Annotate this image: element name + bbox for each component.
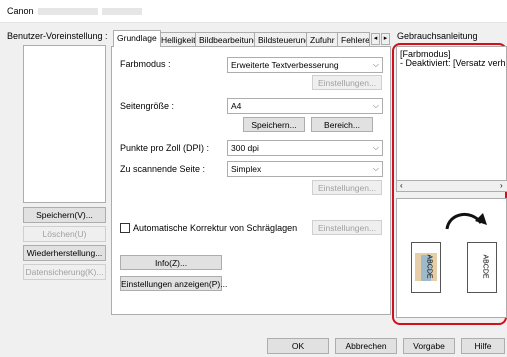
save-size-button[interactable]: Speichern...: [243, 117, 305, 132]
show-settings-button[interactable]: Einstellungen anzeigen(P)...: [120, 276, 227, 291]
tab-zufuhr[interactable]: Zufuhr: [306, 32, 339, 47]
color-mode-settings-button[interactable]: Einstellungen...: [312, 75, 382, 90]
default-button[interactable]: Vorgabe: [403, 338, 455, 354]
help-line-2: - Deaktiviert: [Versatz verhindern]: [400, 58, 507, 68]
tab-helligkeit[interactable]: Helligkeit: [157, 32, 200, 47]
scan-side-settings-button[interactable]: Einstellungen...: [312, 180, 382, 195]
color-mode-value: Erweiterte Textverbesserung: [231, 60, 339, 70]
preview-original-page: ABCDE: [411, 242, 441, 293]
window-title-redacted: [37, 8, 98, 16]
rotate-arrow-icon: [445, 213, 487, 230]
tab-bildbearbeitung[interactable]: Bildbearbeitung: [195, 32, 263, 47]
scan-side-select[interactable]: Simplex ⌵: [227, 161, 383, 177]
scan-side-label: Zu scannende Seite :: [120, 164, 206, 174]
tab-scroll-left-icon[interactable]: ◂: [371, 33, 380, 45]
auto-correct-settings-button[interactable]: Einstellungen...: [312, 220, 382, 235]
help-horizontal-scrollbar[interactable]: ‹ ›: [397, 180, 507, 191]
cancel-button[interactable]: Abbrechen: [335, 338, 397, 354]
save-profile-button[interactable]: Speichern(V)...: [23, 207, 106, 223]
dpi-label: Punkte pro Zoll (DPI) :: [120, 143, 210, 153]
scan-side-value: Simplex: [231, 164, 262, 174]
preview-result-page: ABCDE: [467, 242, 497, 293]
delete-profile-button[interactable]: Löschen(U): [23, 226, 106, 242]
backup-button[interactable]: Datensicherung(K)...: [23, 264, 106, 280]
tab-bildsteuerung[interactable]: Bildsteuerung: [254, 32, 314, 47]
scroll-left-icon[interactable]: ‹: [400, 181, 403, 190]
help-heading: Gebrauchsanleitung: [397, 31, 478, 41]
auto-correct-label: Automatische Korrektur von Schräglagen: [133, 223, 298, 233]
window-title-redacted-2: [101, 8, 142, 16]
chevron-down-icon: ⌵: [372, 101, 379, 110]
dpi-select[interactable]: 300 dpi ⌵: [227, 140, 383, 156]
chevron-down-icon: ⌵: [372, 164, 379, 173]
chevron-down-icon: ⌵: [372, 143, 379, 152]
ok-button[interactable]: OK: [267, 338, 329, 354]
info-button[interactable]: Info(Z)...: [120, 255, 222, 270]
area-button[interactable]: Bereich...: [311, 117, 373, 132]
window-title-text: Canon: [7, 6, 34, 16]
tab-fehlererkennung[interactable]: Fehlererk: [337, 32, 370, 47]
restore-button[interactable]: Wiederherstellung...: [23, 245, 106, 261]
chevron-down-icon: ⌵: [372, 60, 379, 69]
auto-correct-checkbox[interactable]: [120, 223, 130, 233]
preview-result-text: ABCDE: [481, 254, 489, 279]
profiles-label: Benutzer-Voreinstellung :: [7, 31, 108, 41]
page-size-select[interactable]: A4 ⌵: [227, 98, 383, 114]
help-button[interactable]: Hilfe: [461, 338, 505, 354]
dpi-value: 300 dpi: [231, 143, 259, 153]
profiles-list[interactable]: [23, 45, 106, 203]
color-mode-select[interactable]: Erweiterte Textverbesserung ⌵: [227, 57, 383, 73]
page-size-label: Seitengröße :: [120, 101, 175, 111]
help-text-box[interactable]: [Farbmodus] - Deaktiviert: [Versatz verh…: [396, 46, 507, 192]
scroll-right-icon[interactable]: ›: [500, 181, 503, 190]
page-size-value: A4: [231, 101, 242, 111]
title-bar: Canon: [0, 0, 507, 23]
color-mode-label: Farbmodus :: [120, 59, 171, 69]
preview-panel: ABCDE ABCDE: [396, 198, 507, 318]
tab-grundlage[interactable]: Grundlage: [113, 30, 161, 47]
preview-original-text: ABCDE: [425, 254, 433, 279]
window-title: Canon: [7, 6, 142, 16]
tab-scroll-right-icon[interactable]: ▸: [381, 33, 390, 45]
